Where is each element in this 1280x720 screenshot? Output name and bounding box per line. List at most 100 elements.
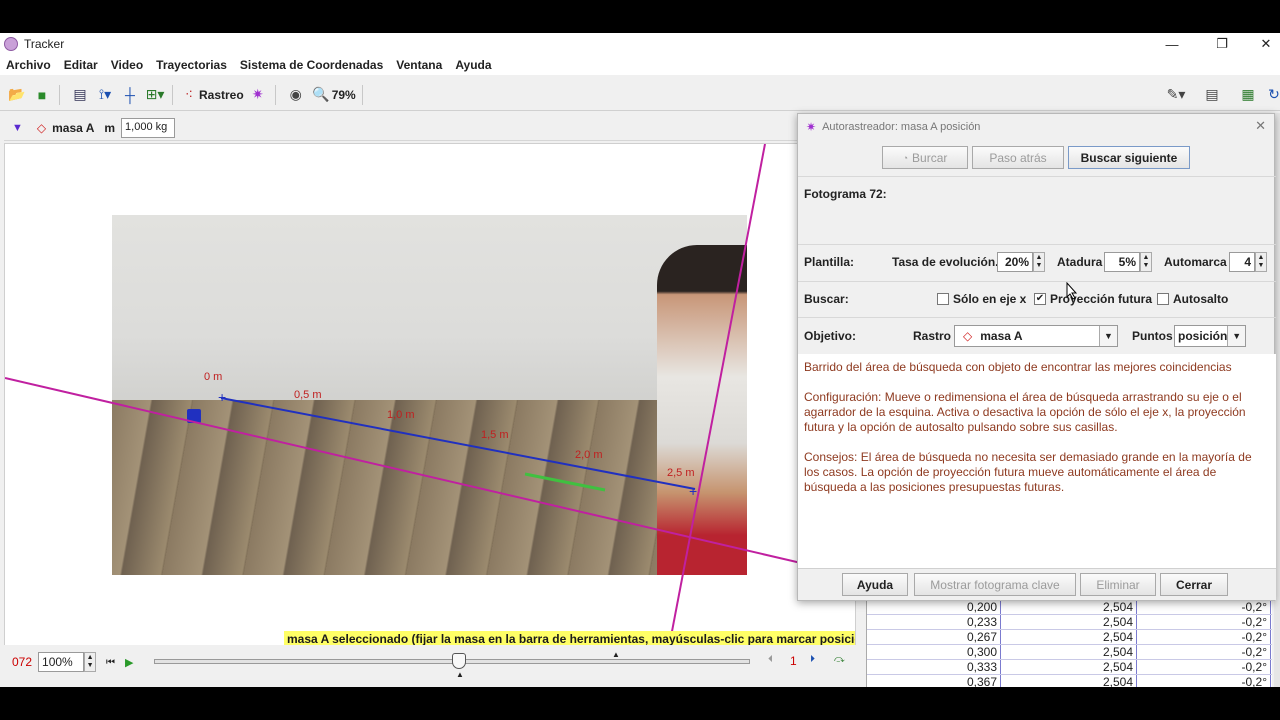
frame-slider-thumb[interactable] [452, 653, 466, 669]
table-row[interactable]: 0,267 2,504 -0,2° [867, 630, 1272, 645]
table-row[interactable]: 0,200 2,504 -0,2° [867, 600, 1272, 615]
menu-trayectorias[interactable]: Trayectorias [156, 58, 227, 72]
tape-end-marker[interactable]: + [218, 389, 226, 405]
zoom-icon[interactable]: 🔍 [310, 84, 332, 106]
xaxis-option[interactable]: Sólo en eje x [937, 292, 1026, 306]
main-toolbar: 📂 ■ ▤ ⟟▾ ┼ ⊞▾ ⁖ Rastreo ✷ ◉ 🔍 79% ✎▾ ▤ ▦… [0, 79, 1280, 111]
delete-button[interactable]: Eliminar [1080, 573, 1156, 596]
show-keyframe-button[interactable]: Mostrar fotograma clave [914, 573, 1076, 596]
autoskip-checkbox[interactable] [1157, 292, 1169, 305]
frame-number[interactable]: 072 [12, 655, 32, 669]
frame-row: Fotograma 72: [798, 176, 1276, 210]
mouse-cursor [1066, 282, 1078, 300]
tether-spinner[interactable]: ▲ ▼ [1140, 251, 1152, 272]
tether-field[interactable]: 5% [1104, 251, 1140, 272]
trace-icon: ⁖ [184, 86, 194, 102]
start-marker-icon[interactable]: ▲ [456, 670, 464, 679]
table-cell: -0,2° [1137, 645, 1271, 659]
video-canvas[interactable]: 0 m 0,5 m 1,0 m 1,5 m 2,0 m 2,5 m + + ma… [4, 143, 856, 667]
menu-sistema-coordenadas[interactable]: Sistema de Coordenadas [240, 58, 383, 72]
autotracker-icon[interactable]: ✷ [247, 84, 269, 106]
dropdown-arrow-icon[interactable]: ▼ [1099, 325, 1117, 346]
calibration-tape[interactable] [220, 397, 696, 490]
table-cell: 2,504 [1001, 600, 1137, 614]
memory-icon[interactable]: ▦ [1237, 84, 1259, 106]
create-track-icon[interactable]: ⊞▾ [144, 84, 166, 106]
search-next-button[interactable]: Buscar siguiente [1068, 146, 1190, 169]
calibration-tools-icon[interactable]: ⟟▾ [94, 84, 116, 106]
clip-settings-icon[interactable]: ▤ [69, 84, 91, 106]
playback-rate-field[interactable]: 100% [38, 652, 85, 672]
tether-label: Atadura [1057, 254, 1103, 269]
step-back-icon[interactable]: ⏴ [768, 654, 773, 665]
x-axis-line [5, 377, 855, 577]
dropdown-arrow-icon[interactable]: ▼ [1227, 325, 1245, 346]
open-folder-icon[interactable]: 📂 [6, 84, 28, 106]
pencil-icon[interactable]: ✎▾ [1165, 84, 1187, 106]
xaxis-checkbox[interactable] [937, 292, 949, 305]
step-size[interactable]: 1 [790, 654, 797, 668]
autoskip-option[interactable]: Autosalto [1157, 292, 1228, 306]
table-cell: 0,233 [867, 615, 1001, 629]
menu-editar[interactable]: Editar [64, 58, 98, 72]
loop-icon[interactable]: ⤼ [834, 654, 845, 665]
track-select-label: Rastro [913, 328, 952, 343]
table-row[interactable]: 0,367 2,504 -0,2° [867, 675, 1272, 687]
coordinate-axes-icon[interactable]: ┼ [119, 84, 141, 106]
zoom-level[interactable]: 79% [332, 88, 356, 102]
menu-video[interactable]: Video [111, 58, 143, 72]
track-control-button[interactable]: Rastreo [199, 88, 244, 102]
notes-icon[interactable]: ▤ [1201, 84, 1223, 106]
dialog-close-icon[interactable]: ✕ [1255, 118, 1266, 134]
track-bar: ▼ ◇ masa A m 1,000 kg [4, 115, 856, 141]
end-marker-icon[interactable]: ▲ [612, 650, 620, 659]
tape-label-10: 1,0 m [387, 409, 415, 421]
search-area-marker[interactable] [524, 472, 606, 492]
toolbar-separator [59, 84, 60, 105]
table-cell: -0,2° [1137, 660, 1271, 674]
restore-icon[interactable]: ❐ [1200, 33, 1244, 55]
tape-end-marker[interactable]: + [689, 483, 697, 499]
refresh-icon[interactable]: ↻ [1263, 84, 1280, 106]
close-button[interactable]: Cerrar [1160, 573, 1228, 596]
diamond-icon: ◇ [963, 328, 973, 343]
track-name[interactable]: masa A [52, 121, 94, 135]
search-button[interactable]: ◔ Burcar [882, 146, 968, 169]
automark-spinner[interactable]: ▲ ▼ [1255, 251, 1267, 272]
data-table[interactable]: 0,200 2,504 -0,2° 0,233 2,504 -0,2° 0,26… [866, 600, 1272, 687]
table-row[interactable]: 0,333 2,504 -0,2° [867, 660, 1272, 675]
rewind-icon[interactable]: ⏮ [106, 657, 115, 668]
step-forward-icon[interactable]: ⏵ [810, 654, 815, 665]
eye-icon[interactable]: ◉ [285, 84, 307, 106]
menu-ayuda[interactable]: Ayuda [455, 58, 491, 72]
help-button[interactable]: Ayuda [842, 573, 908, 596]
evolution-field[interactable]: 20% [997, 251, 1033, 272]
diamond-icon: ◇ [36, 120, 47, 135]
step-back-button[interactable]: Paso atrás [972, 146, 1064, 169]
minimize-icon[interactable]: — [1150, 33, 1194, 55]
menu-ventana[interactable]: Ventana [396, 58, 442, 72]
points-select[interactable]: posición ▼ [1174, 324, 1246, 347]
save-icon[interactable]: ■ [31, 84, 53, 106]
help-text-area: Barrido del área de búsqueda con objeto … [798, 354, 1276, 598]
rate-spinner[interactable]: ▲ ▼ [84, 652, 97, 672]
table-row[interactable]: 0,300 2,504 -0,2° [867, 645, 1272, 660]
toolbar-separator [361, 84, 363, 105]
future-checkbox[interactable]: ✔ [1034, 292, 1046, 305]
search-options-label: Buscar: [804, 291, 849, 306]
future-option[interactable]: ✔ Proyección futura [1034, 292, 1152, 306]
mass-field[interactable]: 1,000 kg [121, 117, 176, 138]
track-menu-icon[interactable]: ▼ [12, 122, 23, 134]
play-icon[interactable]: ▶ [125, 656, 133, 669]
evolution-spinner[interactable]: ▲ ▼ [1033, 251, 1045, 272]
tracker-window: Tracker — ❐ ✕ Archivo Editar Video Traye… [0, 33, 1280, 687]
target-row: Objetivo: Rastro ◇ masa A ▼ Puntos posic… [798, 317, 1276, 353]
track-select[interactable]: ◇ masa A ▼ [954, 324, 1118, 347]
table-row[interactable]: 0,233 2,504 -0,2° [867, 615, 1272, 630]
automark-field[interactable]: 4 [1229, 251, 1255, 272]
frame-label: Fotograma 72: [804, 186, 887, 201]
close-icon[interactable]: ✕ [1244, 33, 1280, 55]
toolbar-separator [172, 84, 173, 105]
menu-archivo[interactable]: Archivo [6, 58, 51, 72]
autoskip-label: Autosalto [1173, 291, 1229, 306]
